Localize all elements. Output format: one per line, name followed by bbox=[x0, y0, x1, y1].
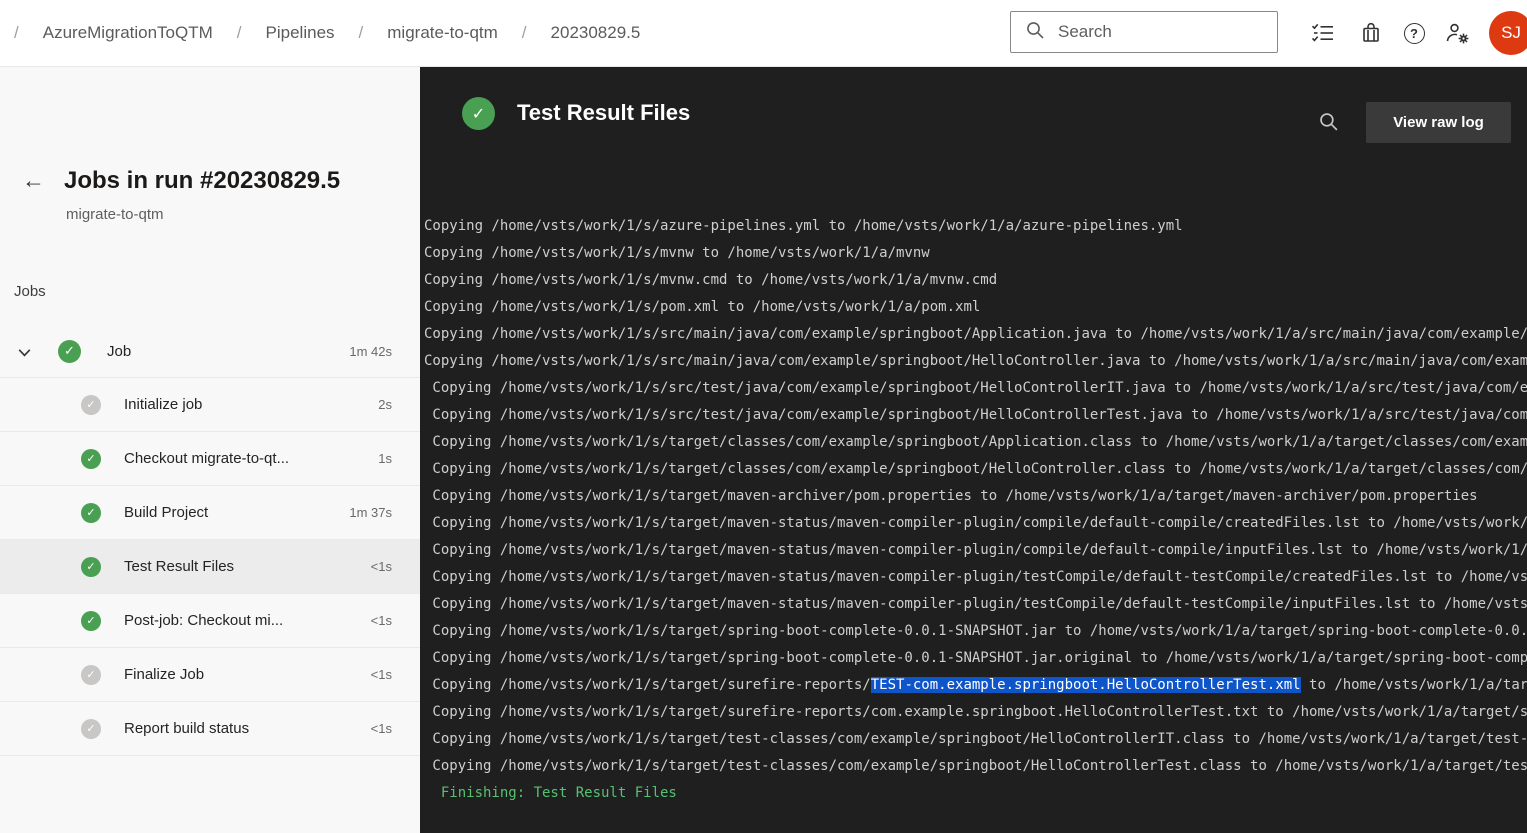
step-duration: <1s bbox=[370, 721, 392, 736]
log-output[interactable]: Copying /home/vsts/work/1/s/azure-pipeli… bbox=[424, 213, 1527, 833]
step-duration: 1m 37s bbox=[349, 505, 392, 520]
success-check-icon: ✓ bbox=[81, 610, 101, 631]
back-arrow-icon[interactable]: ← bbox=[22, 169, 45, 192]
step-row-test-result-files[interactable]: ✓ Test Result Files <1s bbox=[0, 540, 420, 594]
log-panel: ✓ Test Result Files View raw log Copying… bbox=[420, 67, 1527, 833]
log-line: Copying /home/vsts/work/1/s/target/maven… bbox=[424, 488, 1478, 504]
breadcrumb: / AzureMigrationToQTM / Pipelines / migr… bbox=[14, 0, 640, 66]
log-line: Copying /home/vsts/work/1/s/target/maven… bbox=[432, 569, 1527, 585]
search-input[interactable] bbox=[1056, 21, 1277, 43]
step-duration: 2s bbox=[378, 397, 392, 412]
breadcrumb-separator: / bbox=[236, 23, 242, 42]
step-row-post-job-checkout-mi[interactable]: ✓ Post-job: Checkout mi... <1s bbox=[0, 594, 420, 648]
step-label: Initialize job bbox=[124, 396, 203, 413]
step-duration: <1s bbox=[370, 613, 392, 628]
log-line: Copying /home/vsts/work/1/s/target/suref… bbox=[432, 704, 1527, 720]
help-icon[interactable]: ? bbox=[1401, 20, 1427, 46]
log-line: Copying /home/vsts/work/1/s/mvnw to /hom… bbox=[424, 245, 930, 261]
avatar[interactable]: SJ bbox=[1489, 11, 1527, 55]
success-check-icon: ✓ bbox=[58, 339, 81, 363]
neutral-check-icon: ✓ bbox=[81, 664, 101, 685]
step-label: Report build status bbox=[124, 720, 250, 737]
step-row-finalize-job[interactable]: ✓ Finalize Job <1s bbox=[0, 648, 420, 702]
log-line: Copying /home/vsts/work/1/s/mvnw.cmd to … bbox=[424, 272, 998, 288]
step-row-build-project[interactable]: ✓ Build Project 1m 37s bbox=[0, 486, 420, 540]
run-subtitle: migrate-to-qtm bbox=[66, 206, 164, 223]
search-box[interactable] bbox=[1010, 11, 1278, 53]
chevron-down-icon[interactable] bbox=[16, 344, 33, 366]
neutral-check-icon: ✓ bbox=[81, 718, 101, 739]
top-bar: / AzureMigrationToQTM / Pipelines / migr… bbox=[0, 0, 1527, 67]
step-row-report-build-status[interactable]: ✓ Report build status <1s bbox=[0, 702, 420, 756]
log-line: Copying /home/vsts/work/1/s/pom.xml to /… bbox=[424, 299, 981, 315]
step-label: Finalize Job bbox=[124, 666, 205, 683]
breadcrumb-separator: / bbox=[521, 23, 527, 42]
log-line: Copying /home/vsts/work/1/s/azure-pipeli… bbox=[424, 218, 1183, 234]
job-label: Job bbox=[107, 342, 132, 360]
step-row-checkout-migrate-to-qt[interactable]: ✓ Checkout migrate-to-qt... 1s bbox=[0, 432, 420, 486]
marketplace-bag-icon[interactable] bbox=[1358, 20, 1384, 46]
step-label: Build Project bbox=[124, 504, 209, 521]
step-label: Checkout migrate-to-qt... bbox=[124, 450, 290, 467]
log-line: Copying /home/vsts/work/1/s/target/sprin… bbox=[424, 623, 1527, 639]
step-label: Post-job: Checkout mi... bbox=[124, 612, 284, 629]
breadcrumb-separator: / bbox=[14, 23, 19, 42]
job-row[interactable]: ✓ Job 1m 42s bbox=[0, 325, 420, 378]
success-check-icon: ✓ bbox=[81, 448, 101, 469]
log-line: Copying /home/vsts/work/1/s/target/suref… bbox=[424, 677, 1527, 693]
jobs-section-label: Jobs bbox=[14, 283, 46, 300]
log-search-icon[interactable] bbox=[1318, 111, 1339, 137]
user-settings-icon[interactable] bbox=[1445, 20, 1471, 46]
view-raw-log-button[interactable]: View raw log bbox=[1366, 102, 1511, 143]
step-row-initialize-job[interactable]: ✓ Initialize job 2s bbox=[0, 378, 420, 432]
jobs-list: ✓ Job 1m 42s ✓ Initialize job 2s ✓ Checkout … bbox=[0, 325, 420, 756]
task-list-icon[interactable] bbox=[1309, 20, 1335, 46]
step-duration: <1s bbox=[370, 559, 392, 574]
log-line: Copying /home/vsts/work/1/s/target/maven… bbox=[432, 542, 1527, 558]
search-icon bbox=[1025, 20, 1045, 45]
run-title: Jobs in run #20230829.5 bbox=[64, 167, 341, 194]
log-line: Copying /home/vsts/work/1/s/target/sprin… bbox=[432, 650, 1527, 666]
step-label: Test Result Files bbox=[124, 558, 235, 575]
log-line: Copying /home/vsts/work/1/s/target/class… bbox=[432, 434, 1527, 450]
breadcrumb-item-pipelines[interactable]: Pipelines bbox=[266, 23, 335, 43]
breadcrumb-item-project[interactable]: AzureMigrationToQTM bbox=[43, 23, 213, 43]
log-line: Copying /home/vsts/work/1/s/src/test/jav… bbox=[432, 407, 1527, 423]
success-check-icon: ✓ bbox=[81, 556, 101, 577]
log-line: Copying /home/vsts/work/1/s/target/maven… bbox=[432, 515, 1527, 531]
log-line: Copying /home/vsts/work/1/s/src/main/jav… bbox=[424, 326, 1527, 342]
jobs-sidebar: ← Jobs in run #20230829.5 migrate-to-qtm… bbox=[0, 67, 420, 833]
breadcrumb-separator: / bbox=[358, 23, 364, 42]
neutral-check-icon: ✓ bbox=[81, 394, 101, 415]
steps-list: ✓ Initialize job 2s ✓ Checkout migrate-to-qt… bbox=[0, 378, 420, 756]
success-check-icon: ✓ bbox=[81, 502, 101, 523]
log-line: Copying /home/vsts/work/1/s/target/maven… bbox=[432, 596, 1527, 612]
log-line: Copying /home/vsts/work/1/s/src/main/jav… bbox=[424, 353, 1527, 369]
log-line: Copying /home/vsts/work/1/s/src/test/jav… bbox=[432, 380, 1527, 396]
selected-log-text: TEST-com.example.springboot.HelloControl… bbox=[870, 677, 1301, 693]
step-duration: <1s bbox=[370, 667, 392, 682]
avatar-initials: SJ bbox=[1501, 23, 1521, 42]
log-line: Copying /home/vsts/work/1/s/target/class… bbox=[432, 461, 1527, 477]
breadcrumb-item-run[interactable]: 20230829.5 bbox=[551, 23, 641, 43]
log-line: Finishing: Test Result Files bbox=[424, 785, 677, 801]
log-line: Copying /home/vsts/work/1/s/target/test-… bbox=[432, 731, 1527, 747]
job-duration: 1m 42s bbox=[349, 343, 392, 359]
step-success-icon: ✓ bbox=[462, 97, 495, 130]
breadcrumb-item-pipeline[interactable]: migrate-to-qtm bbox=[387, 23, 498, 43]
question-mark-glyph: ? bbox=[1403, 22, 1425, 44]
log-line: Copying /home/vsts/work/1/s/target/test-… bbox=[432, 758, 1527, 774]
step-duration: 1s bbox=[378, 451, 392, 466]
log-panel-title: Test Result Files bbox=[517, 100, 691, 125]
